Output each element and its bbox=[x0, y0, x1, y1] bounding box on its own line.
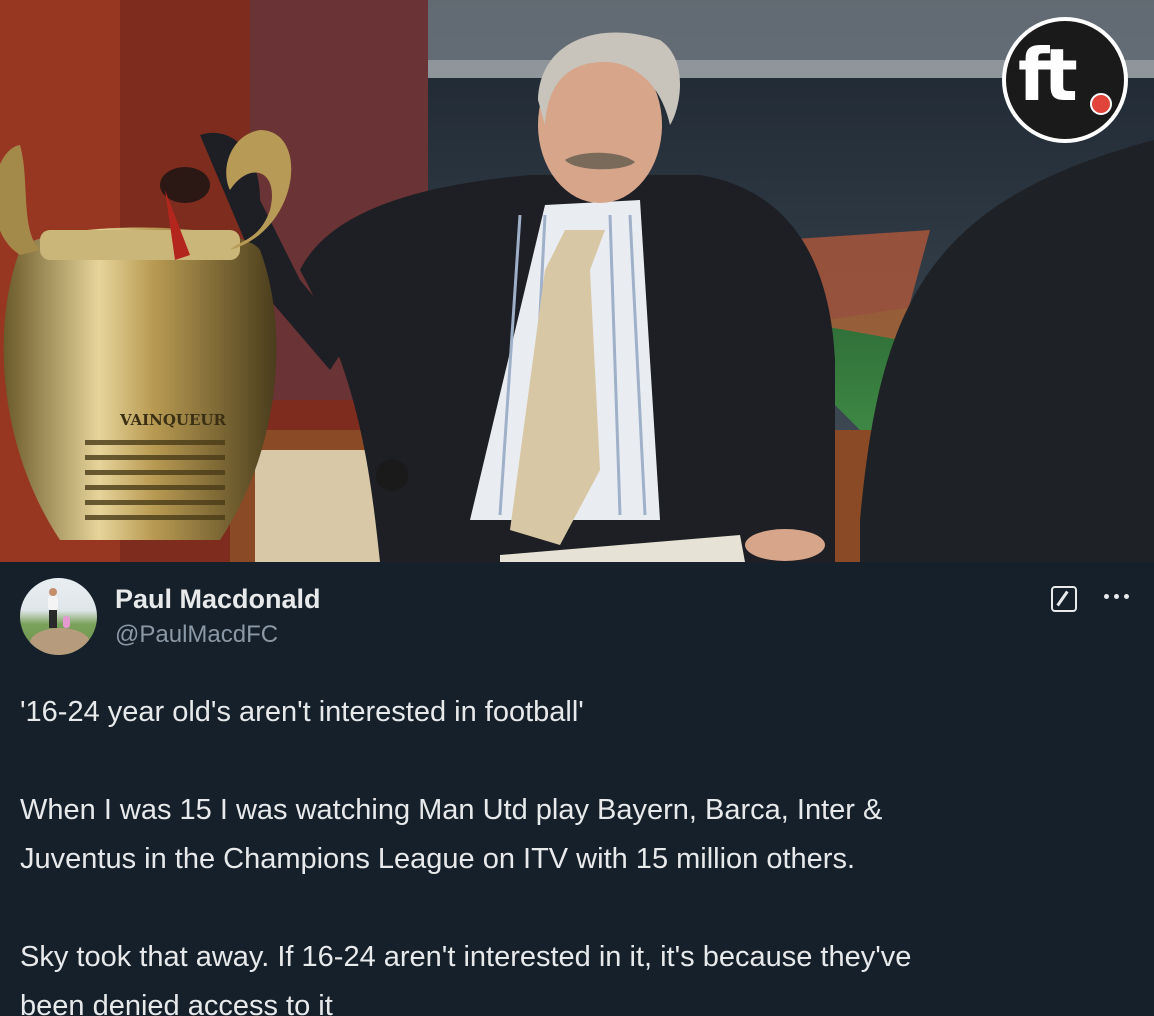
ft-logo-text: ft bbox=[1018, 33, 1078, 117]
grok-icon bbox=[1051, 586, 1077, 612]
tweet-paragraph: been denied access to it bbox=[20, 990, 333, 1016]
tweet-photo[interactable]: VAINQUEUR ft bbox=[0, 0, 1154, 562]
more-options-icon bbox=[1104, 594, 1109, 599]
football-icon bbox=[1090, 93, 1112, 115]
grok-button[interactable] bbox=[1048, 583, 1078, 613]
tweet-text: '16-24 year old's aren't interested in f… bbox=[20, 688, 1140, 1016]
tweet-paragraph: When I was 15 I was watching Man Utd pla… bbox=[20, 794, 883, 826]
trophy-engraving: VAINQUEUR bbox=[119, 411, 227, 429]
author-handle[interactable]: @PaulMacdFC bbox=[115, 620, 278, 650]
tweet-paragraph: Juventus in the Champions League on ITV … bbox=[20, 843, 856, 875]
author-name[interactable]: Paul Macdonald bbox=[115, 583, 321, 615]
tweet-screenshot: VAINQUEUR ft Paul Macdonald @PaulMacdFC … bbox=[0, 0, 1154, 1016]
photo-illustration: VAINQUEUR bbox=[0, 0, 1154, 562]
avatar[interactable] bbox=[20, 578, 97, 655]
tweet-paragraph: Sky took that away. If 16-24 aren't inte… bbox=[20, 941, 912, 973]
tweet-paragraph: '16-24 year old's aren't interested in f… bbox=[20, 696, 584, 728]
more-options-button[interactable] bbox=[1098, 584, 1134, 610]
ft-logo: ft bbox=[1002, 17, 1128, 143]
tweet-card: Paul Macdonald @PaulMacdFC '16-24 year o… bbox=[0, 562, 1154, 1016]
